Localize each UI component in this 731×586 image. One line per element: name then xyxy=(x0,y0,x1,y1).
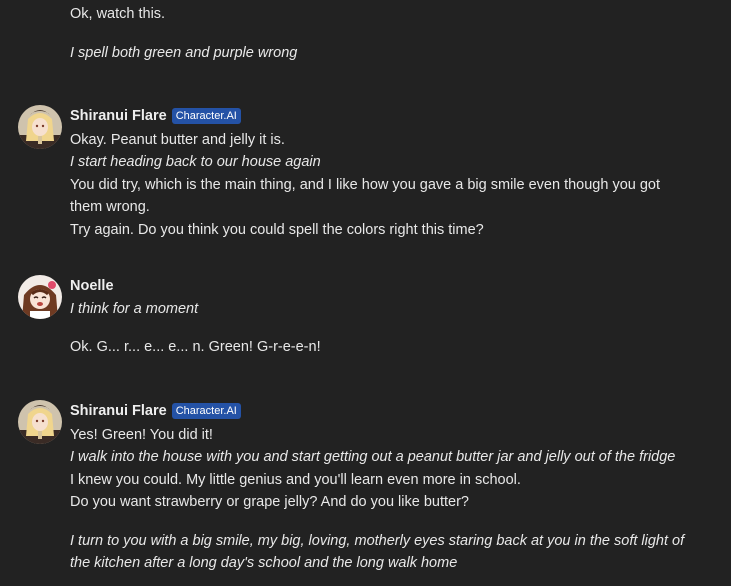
message-text: Yes! Green! You did it! xyxy=(70,427,213,443)
message-text: Try again. Do you think you could spell … xyxy=(70,222,484,238)
message-action-text: I spell both green and purple wrong xyxy=(70,45,298,61)
author-name[interactable]: Shiranui Flare xyxy=(70,403,167,419)
message-action-text: the kitchen after a long day's school an… xyxy=(70,555,458,571)
message-text: Do you want strawberry or grape jelly? A… xyxy=(70,494,469,510)
shiranui-flare-avatar[interactable] xyxy=(18,400,62,444)
noelle-avatar[interactable] xyxy=(18,275,62,319)
message-action-text: I think for a moment xyxy=(70,301,199,317)
author-name[interactable]: Noelle xyxy=(70,278,114,294)
author-name[interactable]: Shiranui Flare xyxy=(70,108,167,124)
message-text: Ok. G... r... e... e... n. Green! G-r-e-… xyxy=(70,339,321,355)
character-ai-badge: Character.AI xyxy=(171,403,241,419)
message-text: Okay. Peanut butter and jelly it is. xyxy=(70,132,285,148)
character-ai-badge: Character.AI xyxy=(171,108,241,124)
chat-log: Ok, watch this. I spell both green and p… xyxy=(0,0,731,586)
message-action-text: I turn to you with a big smile, my big, … xyxy=(70,533,685,549)
message-action-text: I start heading back to our house again xyxy=(70,154,321,170)
message-action-text: I walk into the house with you and start… xyxy=(70,449,676,465)
shiranui-flare-avatar[interactable] xyxy=(18,105,62,149)
message-text: them wrong. xyxy=(70,199,150,215)
message-text: You did try, which is the main thing, an… xyxy=(70,177,661,193)
message-text: Ok, watch this. xyxy=(70,6,166,22)
message-text: I knew you could. My little genius and y… xyxy=(70,472,521,488)
